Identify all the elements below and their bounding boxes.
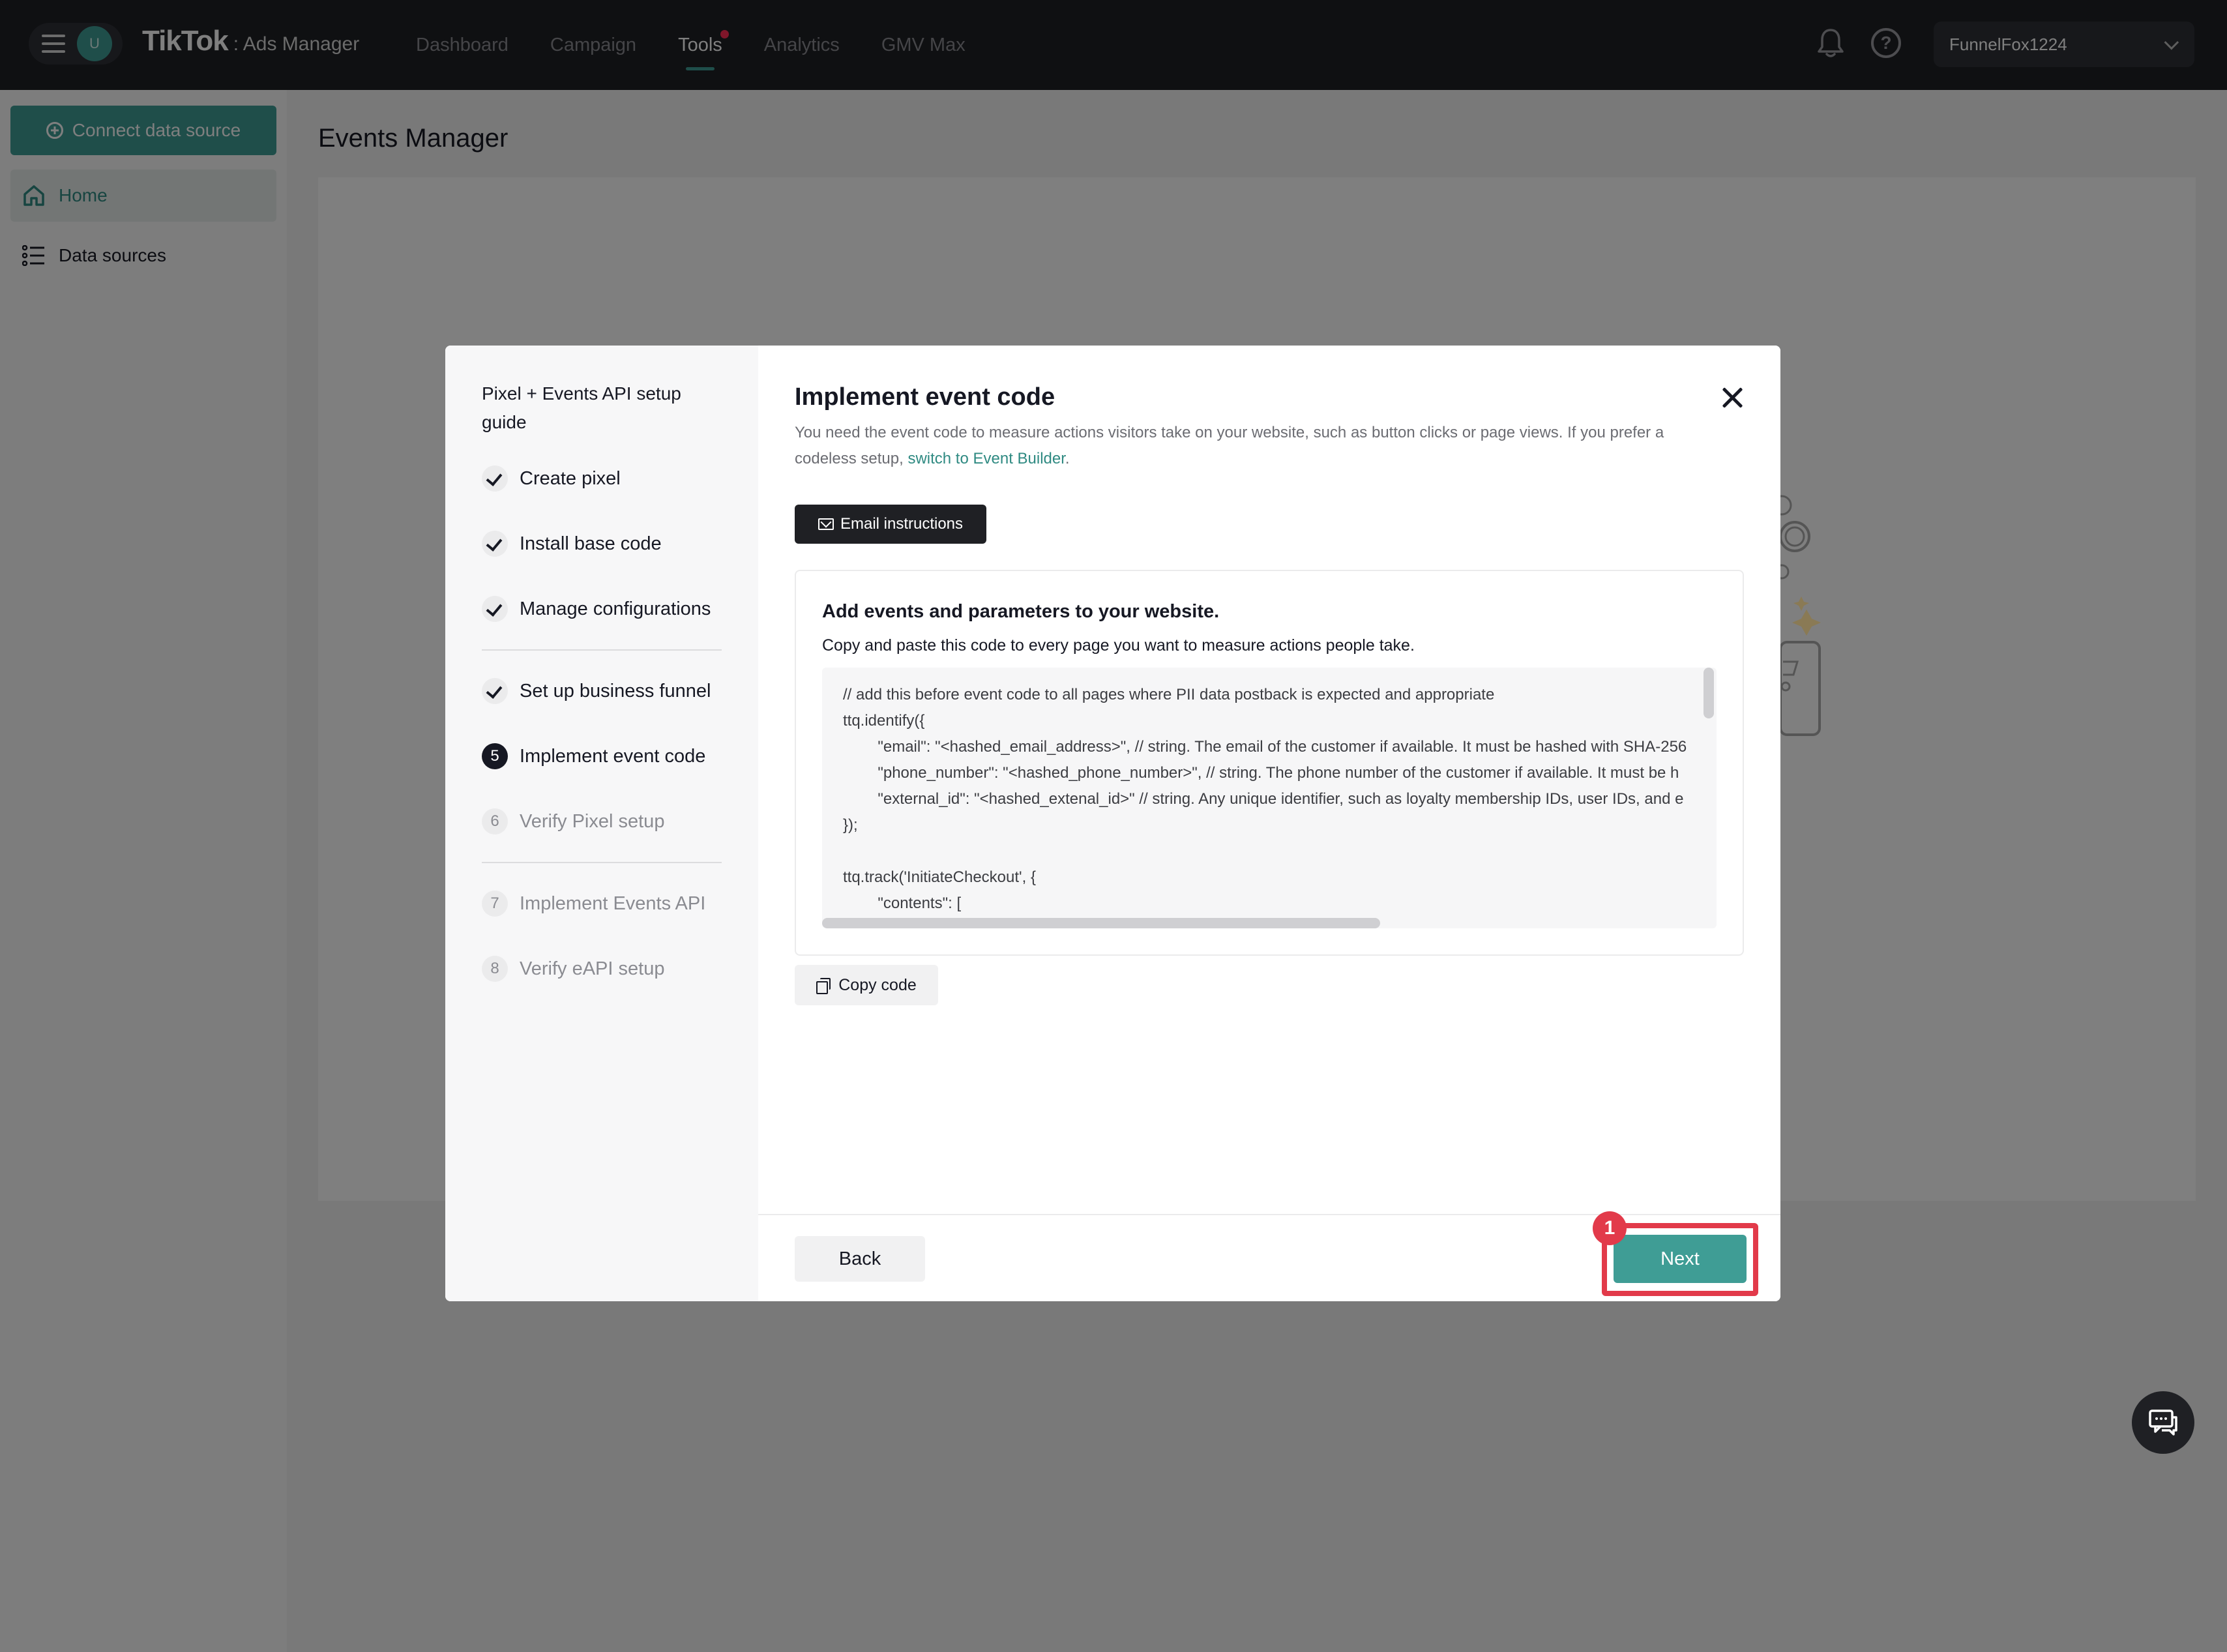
chat-icon [2149, 1409, 2177, 1436]
modal-title: Implement event code [795, 383, 1055, 411]
step-label: Manage configurations [520, 598, 711, 619]
step-divider [482, 649, 722, 651]
code-line: "contents": [ [843, 894, 962, 912]
step-number: 5 [482, 743, 508, 769]
copy-icon [816, 978, 831, 994]
code-card: Add events and parameters to your websit… [795, 570, 1744, 956]
next-button[interactable]: Next [1614, 1235, 1747, 1283]
check-icon [482, 531, 508, 557]
check-icon [482, 678, 508, 704]
step-label: Install base code [520, 533, 662, 554]
chat-support-button[interactable] [2132, 1391, 2194, 1454]
switch-to-event-builder-link[interactable]: switch to Event Builder [907, 450, 1065, 467]
code-line: ttq.track('InitiateCheckout', { [843, 868, 1036, 886]
close-icon[interactable] [1720, 386, 1744, 409]
email-instructions-button[interactable]: Email instructions [795, 505, 986, 544]
footer-divider [758, 1214, 1780, 1215]
setup-steps-panel: Pixel + Events API setup guide Create pi… [445, 346, 758, 1301]
mail-icon [818, 518, 834, 530]
step-implement-events-api: 7 Implement Events API [482, 889, 705, 918]
guide-title: Pixel + Events API setup guide [482, 383, 681, 432]
step-label: Verify Pixel setup [520, 810, 665, 832]
vertical-scrollbar[interactable] [1703, 668, 1714, 718]
step-implement-event-code[interactable]: 5 Implement event code [482, 742, 705, 771]
description-end: . [1065, 450, 1070, 467]
step-label: Implement event code [520, 745, 706, 767]
code-line: "external_id": "<hashed_extenal_id>" // … [843, 790, 1684, 808]
annotation-badge: 1 [1593, 1211, 1627, 1245]
copy-code-label: Copy code [838, 975, 917, 994]
check-icon [482, 596, 508, 622]
step-label: Set up business funnel [520, 680, 711, 701]
card-description: Copy and paste this code to every page y… [822, 636, 1415, 655]
step-content: Implement event code You need the event … [758, 346, 1780, 1301]
step-label: Implement Events API [520, 892, 706, 914]
back-button[interactable]: Back [795, 1236, 925, 1282]
code-line: "email": "<hashed_email_address>", // st… [843, 738, 1687, 756]
code-line: ttq.identify({ [843, 712, 925, 730]
step-verify-eapi-setup: 8 Verify eAPI setup [482, 954, 664, 983]
step-label: Create pixel [520, 467, 621, 489]
code-line: "phone_number": "<hashed_phone_number>",… [843, 764, 1679, 782]
step-create-pixel[interactable]: Create pixel [482, 464, 621, 493]
code-block[interactable]: // add this before event code to all pag… [822, 668, 1717, 928]
setup-guide-modal: Pixel + Events API setup guide Create pi… [445, 346, 1780, 1301]
background-illustration [1771, 479, 1846, 740]
horizontal-scrollbar[interactable] [822, 918, 1380, 928]
step-number: 8 [482, 956, 508, 982]
code-line: }); [843, 816, 858, 834]
step-verify-pixel-setup: 6 Verify Pixel setup [482, 807, 664, 836]
step-number: 7 [482, 891, 508, 917]
step-install-base-code[interactable]: Install base code [482, 529, 662, 558]
step-set-up-business-funnel[interactable]: Set up business funnel [482, 677, 711, 705]
email-instructions-label: Email instructions [840, 515, 964, 533]
code-line: // add this before event code to all pag… [843, 686, 1495, 703]
step-label: Verify eAPI setup [520, 958, 665, 979]
step-manage-configurations[interactable]: Manage configurations [482, 595, 711, 623]
card-title: Add events and parameters to your websit… [822, 601, 1220, 622]
step-divider [482, 862, 722, 863]
copy-code-button[interactable]: Copy code [795, 965, 938, 1005]
modal-description: You need the event code to measure actio… [795, 420, 1707, 472]
check-icon [482, 465, 508, 492]
step-number: 6 [482, 808, 508, 834]
